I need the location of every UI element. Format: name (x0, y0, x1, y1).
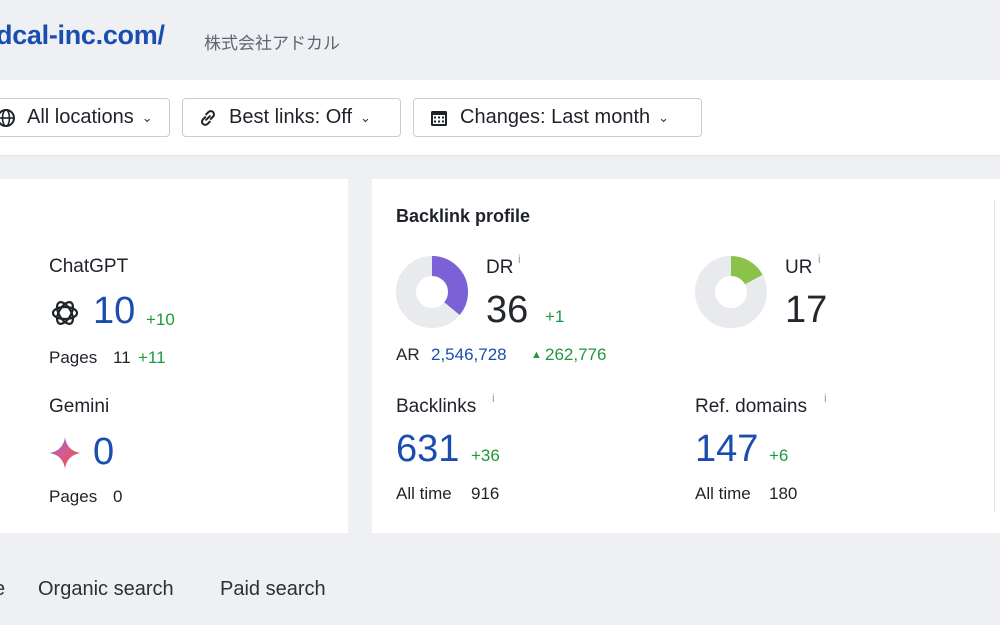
ref-domains-info-icon[interactable]: i (824, 391, 827, 405)
link-icon (197, 107, 219, 129)
ref-domains-all-time-value: 180 (769, 484, 798, 503)
backlinks-value[interactable]: 631 (396, 428, 459, 471)
ref-domains-value[interactable]: 147 (695, 428, 758, 471)
backlinks-delta: +36 (471, 446, 500, 465)
ar-label: AR (396, 345, 420, 364)
best-links-dropdown[interactable]: Best links: Off ⌄ (182, 98, 401, 137)
backlinks-all-time-value: 916 (471, 484, 500, 503)
backlinks-label: Backlinks (396, 396, 477, 417)
chatgpt-pages-delta: +11 (138, 348, 166, 367)
calendar-icon (428, 107, 450, 129)
panel-divider (994, 200, 995, 512)
best-links-label: Best links: Off (229, 106, 353, 128)
ref-domains-all-time-label: All time (695, 484, 751, 503)
chatgpt-label: ChatGPT (49, 256, 129, 277)
chevron-down-icon: ⌄ (658, 109, 670, 125)
chevron-down-icon: ⌄ (360, 109, 371, 125)
changes-label: Changes: Last month (460, 106, 651, 128)
ur-label: UR (785, 257, 813, 278)
gemini-value[interactable]: 0 (93, 431, 114, 474)
chevron-down-icon: ⌄ (141, 109, 153, 125)
site-name: 株式会社アドカル (204, 34, 340, 53)
globe-icon (0, 107, 17, 129)
site-url-link[interactable]: dcal-inc.com/ (0, 20, 165, 51)
report-tabs: e Organic search Paid search (0, 560, 1000, 625)
site-header: dcal-inc.com/ 株式会社アドカル (0, 0, 1000, 80)
ur-info-icon[interactable]: i (818, 252, 821, 266)
tab-paid-search[interactable]: Paid search (220, 578, 326, 601)
ref-domains-label: Ref. domains (695, 396, 807, 417)
ar-delta: 262,776 (545, 345, 607, 364)
dr-ring (396, 256, 468, 328)
gemini-pages-label: Pages (49, 487, 98, 506)
locations-dropdown[interactable]: All locations ⌄ (0, 98, 170, 137)
tab-partial[interactable]: e (0, 578, 5, 601)
ref-domains-delta: +6 (769, 446, 789, 465)
gemini-pages-value: 0 (113, 487, 123, 506)
caret-up-icon: ▲ (531, 349, 542, 361)
dr-info-icon[interactable]: i (518, 252, 521, 266)
tab-organic-search[interactable]: Organic search (38, 578, 174, 601)
gemini-icon (48, 436, 82, 475)
backlink-profile-title: Backlink profile (396, 206, 531, 226)
backlinks-info-icon[interactable]: i (492, 391, 495, 405)
ur-value: 17 (785, 289, 828, 331)
locations-label: All locations (27, 106, 134, 128)
chatgpt-icon (48, 296, 82, 335)
chatgpt-pages-value: 11 (113, 348, 131, 367)
changes-dropdown[interactable]: Changes: Last month ⌄ (413, 98, 702, 137)
chatgpt-value[interactable]: 10 (93, 290, 135, 333)
chatgpt-delta: +10 (146, 310, 175, 329)
dr-label: DR (486, 257, 514, 278)
ur-ring (695, 256, 767, 328)
gemini-label: Gemini (49, 396, 110, 417)
backlinks-all-time-label: All time (396, 484, 452, 503)
dr-delta: +1 (545, 307, 565, 326)
filter-bar: All locations ⌄ Best links: Off ⌄ Change… (0, 80, 1000, 156)
chatgpt-pages-label: Pages (49, 348, 98, 367)
dr-value: 36 (486, 289, 529, 331)
ai-citations-card: ChatGPT 10 +10 Pages 11 +11 Gemini 0 Pag… (0, 179, 348, 533)
ar-value[interactable]: 2,546,728 (431, 345, 507, 365)
backlink-profile-card: Backlink profile DR i 36 +1 UR i 17 AR 2… (372, 179, 1000, 533)
